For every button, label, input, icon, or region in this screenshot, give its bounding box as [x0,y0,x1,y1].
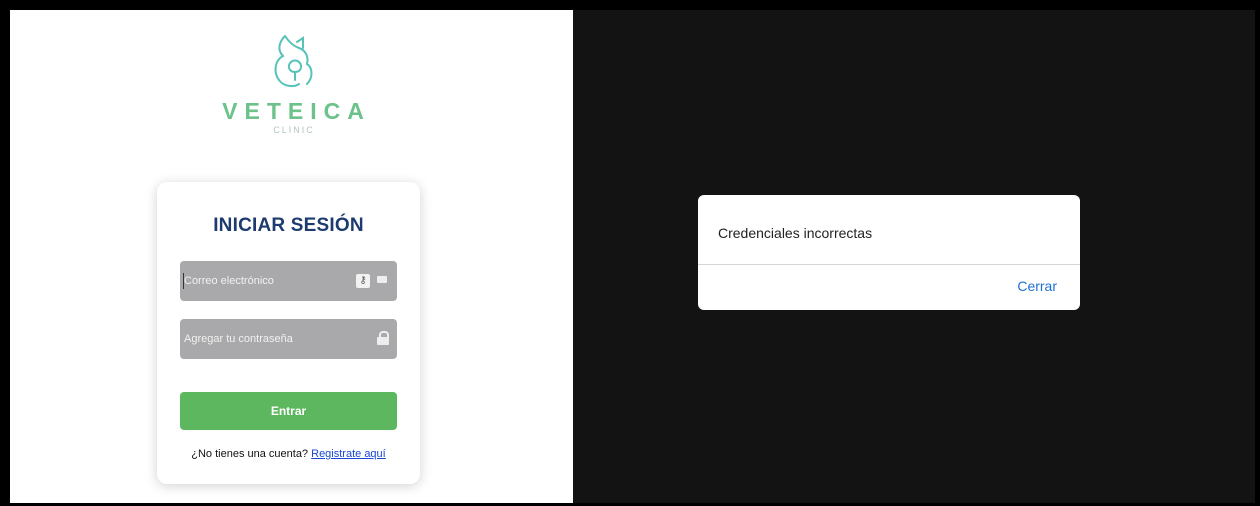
signup-prompt: ¿No tienes una cuenta? Registrate aquí [157,448,420,460]
dialog-divider [698,264,1080,265]
password-field[interactable] [180,319,397,359]
login-card: INICIAR SESIÓN ⚷ Entrar ¿No tienes una c… [157,182,420,484]
lock-icon [377,331,389,345]
close-button[interactable]: Cerrar [1017,278,1057,294]
signup-link[interactable]: Registrate aquí [311,448,386,460]
error-dialog: Credenciales incorrectas Cerrar [698,195,1080,310]
key-icon[interactable]: ⚷ [356,274,370,288]
envelope-icon [377,276,387,283]
dialog-message: Credenciales incorrectas [718,225,873,241]
page-title: INICIAR SESIÓN [213,215,364,236]
login-button[interactable]: Entrar [180,392,397,430]
password-input[interactable] [180,319,344,359]
text-caret [183,273,184,289]
email-input[interactable] [180,261,344,301]
signup-prompt-text: ¿No tienes una cuenta? [191,448,309,460]
email-field[interactable]: ⚷ [180,261,397,301]
cat-dog-logo-icon [274,35,313,88]
brand-logo: VETEICA CLINIC [200,32,386,162]
brand-name: VETEICA [222,98,371,124]
brand-subtitle: CLINIC [273,125,315,135]
